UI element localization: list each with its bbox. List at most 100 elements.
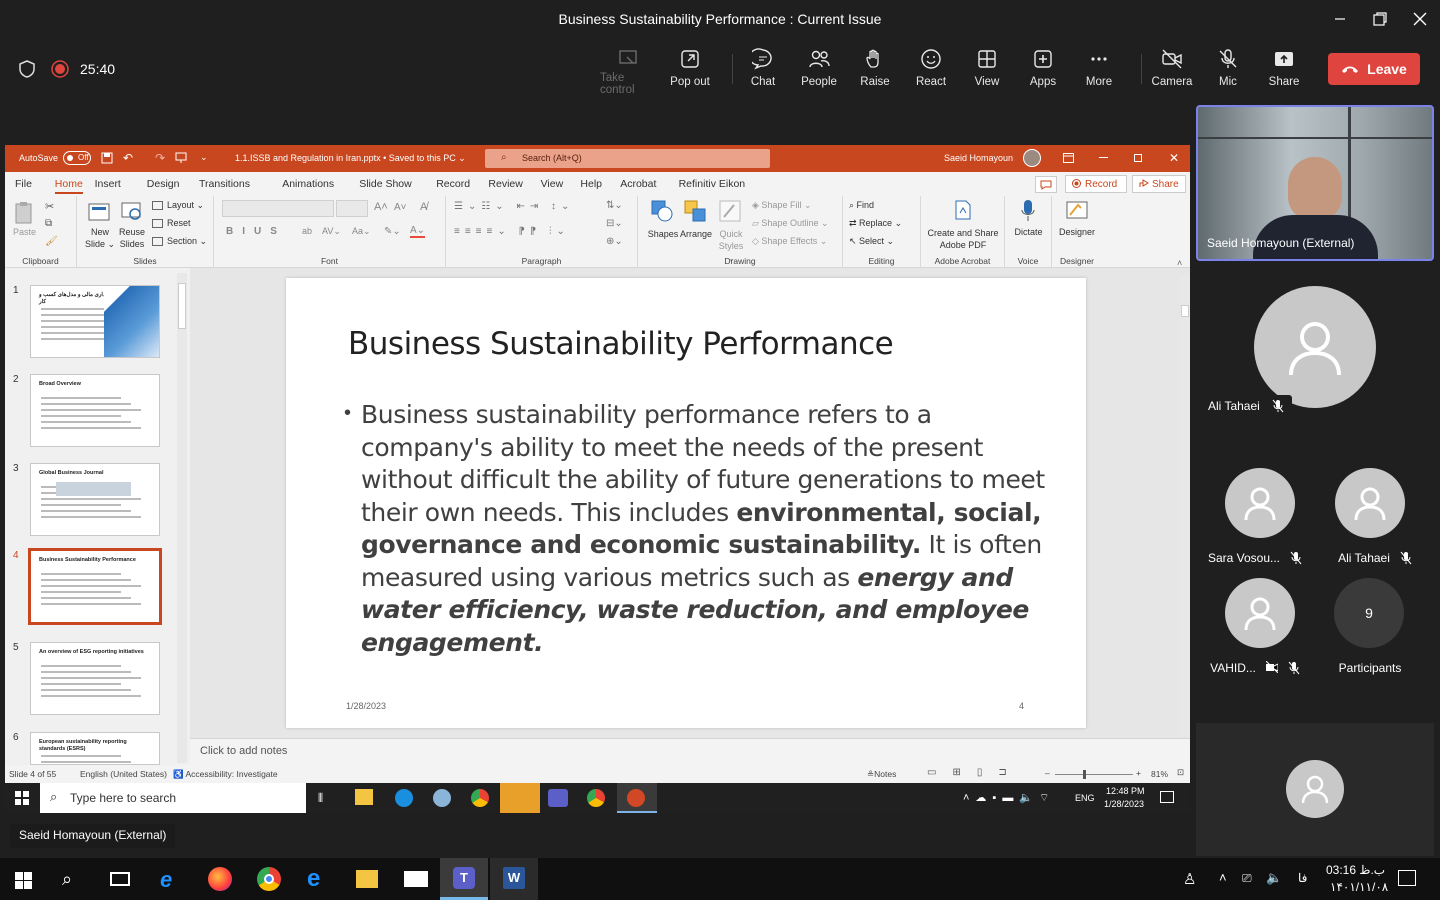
- edge-legacy-icon[interactable]: e: [307, 865, 320, 893]
- shield-icon[interactable]: [18, 60, 36, 78]
- font-color-icon[interactable]: A⌄: [410, 225, 426, 238]
- cut-icon[interactable]: ✂: [45, 200, 54, 213]
- ribbon-display-icon[interactable]: [1063, 153, 1074, 163]
- participant-avatar[interactable]: [1335, 468, 1405, 538]
- search-box[interactable]: ⌕ Search (Alt+Q): [485, 149, 770, 168]
- apps-button[interactable]: Apps: [1015, 44, 1071, 96]
- present-icon[interactable]: [175, 152, 187, 164]
- quick-styles-icon[interactable]: [718, 199, 742, 223]
- shape-effects-button[interactable]: ◇ Shape Effects ⌄: [752, 236, 827, 247]
- adobe-pdf-icon[interactable]: [954, 200, 972, 220]
- align-text-icon[interactable]: ⊟⌄: [606, 218, 623, 229]
- zoom-level[interactable]: 81%: [1151, 769, 1168, 779]
- edge-icon[interactable]: [395, 789, 413, 807]
- layout-button[interactable]: Layout ⌄: [152, 200, 204, 211]
- spacing-icon[interactable]: AV⌄: [322, 226, 341, 237]
- raise-button[interactable]: Raise: [847, 44, 903, 96]
- word-taskbar-button[interactable]: W: [490, 858, 538, 900]
- undo-icon[interactable]: ↶: [123, 151, 133, 165]
- tray-language[interactable]: ENG: [1075, 793, 1095, 803]
- leave-button[interactable]: Leave: [1328, 53, 1420, 85]
- participant-avatar[interactable]: [1225, 578, 1295, 648]
- volume-icon[interactable]: 🔈: [1266, 870, 1282, 886]
- zoom-in-button[interactable]: +: [1136, 768, 1141, 778]
- section-button[interactable]: Section ⌄: [152, 236, 207, 247]
- scroll-thumb[interactable]: [178, 283, 186, 329]
- dictate-label[interactable]: Dictate: [1005, 227, 1052, 237]
- people-button[interactable]: People: [791, 44, 847, 96]
- text-direction-icon[interactable]: ⇅⌄: [606, 200, 623, 211]
- participant-avatar-large[interactable]: [1254, 286, 1376, 408]
- chat-button[interactable]: Chat: [735, 44, 791, 96]
- arrange-label[interactable]: Arrange: [678, 228, 714, 240]
- notes-pane[interactable]: Click to add notes: [190, 738, 1190, 765]
- collapse-ribbon-icon[interactable]: ˄: [1177, 258, 1182, 268]
- windows-start-button[interactable]: [15, 872, 32, 889]
- change-case-icon[interactable]: Aa⌄: [352, 226, 371, 237]
- shape-outline-button[interactable]: ▱ Shape Outline ⌄: [752, 218, 829, 229]
- dictate-icon[interactable]: [1021, 199, 1035, 223]
- menu-tab-design[interactable]: Design: [147, 178, 180, 190]
- reuse-slides-label[interactable]: Reuse Slides: [117, 226, 147, 250]
- menu-tab-insert[interactable]: Insert: [95, 178, 121, 190]
- slide-scroll-thumb[interactable]: [1181, 305, 1189, 317]
- designer-icon[interactable]: [1065, 199, 1089, 223]
- fit-slide-icon[interactable]: ⊡: [1177, 767, 1184, 778]
- maximize-button[interactable]: [1360, 0, 1400, 38]
- react-button[interactable]: React: [903, 44, 959, 96]
- reuse-slides-icon[interactable]: [120, 200, 144, 222]
- chrome-icon[interactable]: [471, 789, 489, 807]
- thumbnail-scrollbar[interactable]: [177, 273, 187, 763]
- pop-out-button[interactable]: Pop out: [662, 44, 718, 96]
- ppt-restore-icon[interactable]: [1134, 154, 1142, 162]
- clear-format-icon[interactable]: A̸: [420, 201, 427, 213]
- select-button[interactable]: ↖ Select ⌄: [849, 236, 894, 247]
- slide-thumbnail[interactable]: European sustainability reporting standa…: [30, 732, 160, 787]
- format-buttons[interactable]: BIUS: [226, 226, 286, 237]
- search-taskbar-icon[interactable]: ⌕: [62, 869, 72, 890]
- share-button[interactable]: Share: [1256, 44, 1312, 96]
- participant-avatar[interactable]: [1225, 468, 1295, 538]
- view-button[interactable]: View: [959, 44, 1015, 96]
- input-language[interactable]: فا: [1298, 871, 1307, 885]
- menu-tab-acrobat[interactable]: Acrobat: [620, 178, 656, 190]
- autosave-toggle[interactable]: Off: [63, 151, 91, 165]
- slide-scrollbar[interactable]: [1180, 275, 1190, 735]
- task-view-button[interactable]: [110, 872, 130, 886]
- more-participants-button[interactable]: 9: [1334, 578, 1404, 648]
- app-icon[interactable]: [433, 789, 451, 807]
- record-button[interactable]: Record: [1065, 175, 1127, 193]
- chrome-icon-2[interactable]: [587, 789, 605, 807]
- menu-tab-home[interactable]: Home: [54, 178, 83, 194]
- action-center-icon[interactable]: [1398, 870, 1416, 886]
- mail-icon[interactable]: [404, 871, 428, 887]
- customize-qat-icon[interactable]: ⌄: [200, 152, 208, 163]
- user-avatar[interactable]: [1023, 149, 1041, 167]
- slide-thumbnail[interactable]: بیمه در قلمرو پایداری مالی و مدل‌های کسب…: [30, 285, 160, 358]
- menu-tab-view[interactable]: View: [541, 178, 564, 190]
- new-slide-label[interactable]: New Slide ⌄: [83, 226, 117, 250]
- accessibility-status[interactable]: ♿ Accessibility: Investigate: [173, 769, 278, 780]
- slide-thumbnail[interactable]: Broad Overview: [30, 374, 160, 447]
- menu-tab-transitions[interactable]: Transitions: [199, 178, 250, 190]
- menu-tab-review[interactable]: Review: [488, 178, 522, 190]
- strike-icon[interactable]: ab: [302, 226, 312, 236]
- designer-label[interactable]: Designer: [1052, 227, 1102, 237]
- smartart-icon[interactable]: ⊕⌄: [606, 236, 623, 247]
- notification-icon[interactable]: [1160, 791, 1174, 803]
- taskbar-search-box[interactable]: ⌕ Type here to search: [40, 783, 306, 813]
- shapes-icon[interactable]: [650, 199, 674, 223]
- self-video-tile[interactable]: [1196, 723, 1434, 856]
- shape-fill-button[interactable]: ◈ Shape Fill ⌄: [752, 200, 811, 211]
- system-time[interactable]: 03:16 ب.ظ: [1326, 863, 1385, 877]
- minimize-button[interactable]: [1320, 0, 1360, 38]
- save-icon[interactable]: [101, 152, 113, 164]
- slide-body[interactable]: Business sustainability performance refe…: [361, 399, 1051, 659]
- increase-font-icon[interactable]: A˄: [374, 201, 388, 213]
- zoom-out-button[interactable]: –: [1045, 768, 1050, 778]
- slide-thumbnail[interactable]: Business Sustainability Performance: [28, 548, 162, 625]
- menu-tab-animations[interactable]: Animations: [282, 178, 334, 190]
- menu-tab-record[interactable]: Record: [436, 178, 470, 190]
- task-view-icon[interactable]: ⫴: [318, 791, 323, 806]
- reset-button[interactable]: Reset: [152, 218, 191, 228]
